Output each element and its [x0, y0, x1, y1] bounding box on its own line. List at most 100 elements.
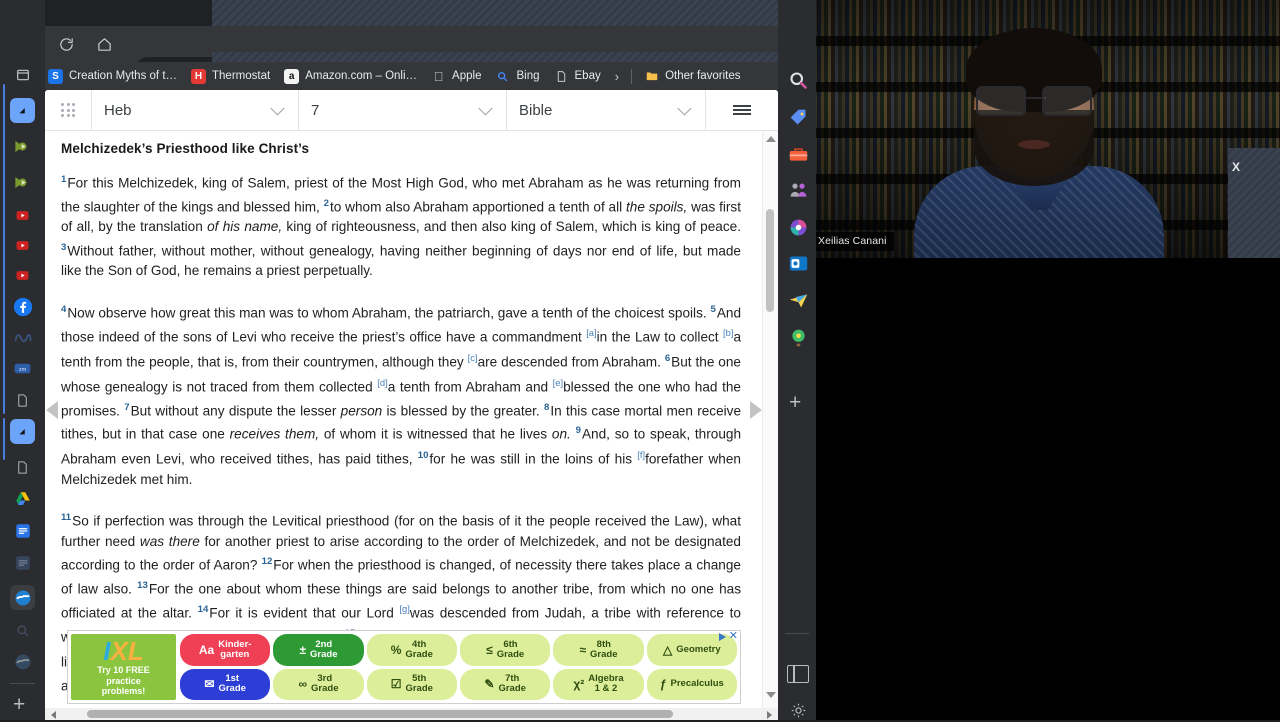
ad-grade-pill[interactable]: ƒ Precalculus [646, 668, 737, 700]
ad-pill-symbol: ƒ [659, 677, 667, 692]
brave-browser-2-icon[interactable] [10, 419, 35, 444]
add-sidebar-app-button[interactable]: + [789, 392, 801, 413]
bookmarks-overflow-button[interactable]: › [607, 69, 627, 84]
dock-active-rail-2 [3, 418, 5, 460]
ad-pill-symbol: △ [663, 642, 673, 657]
document-2-icon[interactable] [10, 455, 35, 480]
previous-chapter-arrow-icon[interactable] [46, 401, 58, 419]
video-close-button[interactable]: X [1232, 160, 1240, 174]
docs-muted-icon[interactable] [10, 550, 35, 575]
window-icon[interactable] [10, 62, 35, 87]
youtube-3-icon[interactable] [10, 263, 35, 288]
ad-grade-pill[interactable]: ±2nd Grade [273, 634, 364, 666]
ixl-tagline-3: problems! [101, 686, 146, 697]
adchoices-icon[interactable] [718, 632, 726, 641]
google-drive-icon[interactable] [10, 486, 35, 511]
hscrollbar-thumb[interactable] [87, 710, 673, 718]
next-chapter-arrow-icon[interactable] [750, 401, 762, 419]
bing-search-icon [495, 69, 510, 84]
scroll-left-arrow-icon[interactable] [51, 711, 56, 719]
dock-active-rail [3, 84, 5, 414]
menu-button[interactable] [705, 90, 778, 130]
zoom-icon[interactable]: zm [10, 356, 35, 381]
split-view-icon[interactable] [787, 665, 809, 683]
version-select[interactable]: Bible [506, 90, 705, 130]
toolbox-icon[interactable] [786, 142, 810, 166]
ad-grade-pill[interactable]: ☑ 5th Grade [366, 668, 457, 700]
bookmark-item[interactable]: a Amazon.com – Onli… [278, 66, 423, 86]
ad-grade-pill[interactable]: ≤6th Grade [460, 634, 551, 666]
gear-icon[interactable] [786, 698, 810, 722]
search-muted-icon[interactable] [10, 618, 35, 643]
chapter-select-value: 7 [311, 101, 320, 119]
right-app-dock: + [778, 0, 816, 720]
hamburger-menu-icon [733, 103, 751, 117]
bible-app-header: Heb 7 Bible [45, 90, 778, 131]
ad-grade-pill[interactable]: ∞ 3rd Grade [273, 668, 364, 700]
glasses-left-lens [976, 86, 1026, 116]
webcam-feed[interactable]: X Xeilias Canani [810, 0, 1280, 258]
bookmark-label: Apple [452, 70, 482, 82]
ad-pill-label: 1st Grade [218, 673, 246, 695]
ad-banner[interactable]: ✕ IXL Try 10 FREE practice problems! Aa K… [67, 630, 741, 704]
dock-divider [785, 633, 809, 634]
bookmark-item[interactable]: H Thermostat [185, 66, 276, 86]
people-icon[interactable] [786, 178, 810, 202]
ad-close-group[interactable]: ✕ [718, 631, 738, 642]
bookmark-label: Ebay [574, 70, 601, 82]
other-favorites-item[interactable]: Other favorites [638, 66, 746, 86]
scrollbar-thumb[interactable] [766, 209, 774, 312]
copilot-icon[interactable] [786, 215, 810, 239]
scroll-down-arrow-icon[interactable] [766, 692, 776, 698]
chapter-select[interactable]: 7 [298, 90, 506, 130]
youtube-icon[interactable] [10, 203, 35, 228]
bookmark-item[interactable]: Ebay [548, 66, 607, 86]
outlook-icon[interactable] [786, 251, 810, 275]
brave-browser-icon[interactable] [10, 98, 35, 123]
scroll-up-arrow-icon[interactable] [766, 136, 776, 142]
add-app-button[interactable]: + [13, 694, 25, 715]
google-docs-icon[interactable] [10, 518, 35, 543]
video-player-green-2-icon[interactable] [10, 170, 35, 195]
page-horizontal-scrollbar[interactable] [45, 708, 778, 720]
scroll-right-arrow-icon[interactable] [767, 711, 772, 719]
bookmark-item[interactable]: Bing [489, 66, 545, 86]
wave-app-icon[interactable] [10, 585, 35, 610]
video-empty-area [810, 258, 1280, 720]
money-tree-icon[interactable] [786, 325, 810, 349]
ad-grade-pill[interactable]: χ² Algebra 1 & 2 [553, 668, 644, 700]
wave-app-2-icon[interactable] [10, 649, 35, 674]
document-icon[interactable] [10, 388, 35, 413]
facebook-icon[interactable] [10, 294, 35, 319]
amazon-icon: a [284, 68, 300, 84]
ad-grade-pill[interactable]: ≈8th Grade [553, 634, 644, 666]
telegram-icon[interactable] [786, 288, 810, 312]
ad-grade-pill[interactable]: Aa Kinder-garten [180, 634, 271, 666]
bookmark-label: Amazon.com – Onli… [305, 70, 418, 82]
ad-pill-symbol: ✎ [484, 677, 495, 692]
other-favorites-label: Other favorites [665, 70, 741, 82]
apps-grid-button[interactable] [45, 90, 91, 130]
youtube-2-icon[interactable] [10, 233, 35, 258]
meta-icon[interactable] [10, 325, 35, 350]
bookmark-item[interactable]: S Creation Myths of t… [42, 66, 183, 86]
ad-grade-pill[interactable]: % 4th Grade [366, 634, 457, 666]
book-select[interactable]: Heb [91, 90, 298, 130]
search-icon[interactable] [786, 68, 810, 92]
apps-grid-icon [61, 103, 75, 117]
ad-pill-label: Algebra 1 & 2 [588, 673, 624, 695]
video-player-green-icon[interactable] [10, 134, 35, 159]
ad-pill-symbol: ≤ [486, 642, 493, 657]
ad-grade-pill[interactable]: ✉ 1st Grade [180, 668, 271, 700]
ad-pill-label: Kinder-garten [218, 638, 252, 660]
ad-grade-pill[interactable]: ✎ 7th Grade [460, 668, 551, 700]
ixl-letter-l: L [127, 636, 144, 667]
ad-close-button[interactable]: ✕ [729, 631, 738, 642]
ixl-tagline-1: Try 10 FREE [97, 665, 150, 676]
reload-button[interactable] [52, 30, 80, 58]
book-select-value: Heb [104, 101, 132, 119]
tag-icon[interactable] [786, 105, 810, 129]
home-button[interactable] [90, 30, 118, 58]
page-vertical-scrollbar[interactable] [762, 131, 778, 720]
bookmark-item[interactable]:  Apple [425, 66, 487, 86]
